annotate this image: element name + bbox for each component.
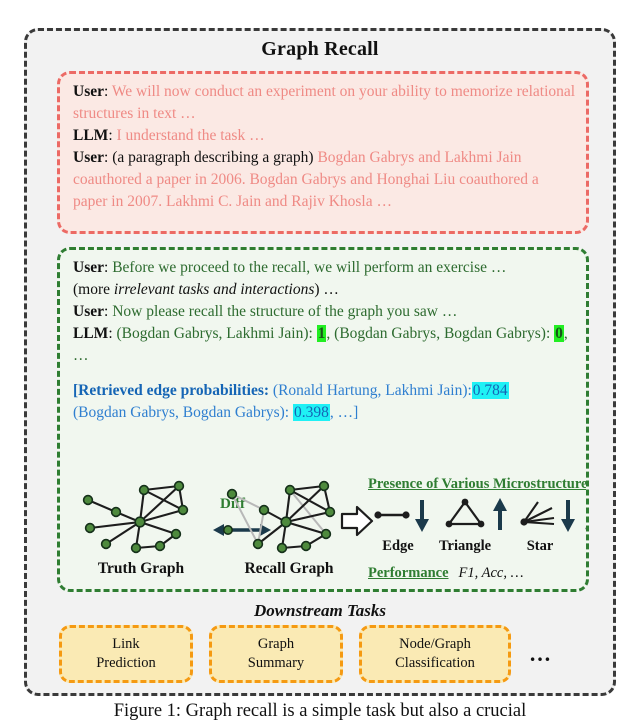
speaker-user-4: User xyxy=(73,303,104,320)
microstructure-label-triangle: Triangle xyxy=(438,538,492,554)
colon-3: : xyxy=(104,149,113,166)
user-utterance-4: Now please recall the structure of the g… xyxy=(112,303,458,320)
downstream-card-1-text: Graph Summary xyxy=(248,635,304,673)
microstructures-ellipsis: … xyxy=(584,514,586,536)
green-dialogue-text: User: Before we proceed to the recall, w… xyxy=(73,257,579,367)
triangle-motif-icon xyxy=(445,498,485,528)
truth-graph-illustration xyxy=(82,480,189,554)
prob-value-2: 0.398 xyxy=(292,404,330,421)
downstream-card-2-line2: Classification xyxy=(395,655,475,671)
speaker-user-3: User xyxy=(73,259,104,276)
downstream-card-0-line1: Link xyxy=(112,636,140,652)
paragraph-annotation: (a paragraph describing a graph) xyxy=(112,149,318,166)
user-utterance-3: Before we proceed to the recall, we will… xyxy=(112,259,507,276)
microstructures-row: … Edge Triangle Star xyxy=(368,498,586,556)
user-utterance-1: We will now conduct an experiment on you… xyxy=(73,83,576,122)
recall-graph-illustration xyxy=(223,480,336,554)
prob-pair-1: (Ronald Hartung, Lakhmi Jain): xyxy=(272,382,472,399)
performance-row: Performance F1, Acc, … xyxy=(368,564,523,582)
irrelevant-tasks-italic: irrelevant tasks and interactions xyxy=(113,281,315,298)
truth-graph-label: Truth Graph xyxy=(97,560,185,577)
red-dialogue-text: User: We will now conduct an experiment … xyxy=(73,81,576,213)
edge-motif-icon xyxy=(374,511,410,519)
downstream-card-link-prediction[interactable]: Link Prediction xyxy=(59,625,193,683)
downstream-tasks-title: Downstream Tasks xyxy=(253,601,387,620)
retrieved-edge-probabilities: [Retrieved edge probabilities: (Ronald H… xyxy=(73,380,579,424)
downstream-card-0-line2: Prediction xyxy=(96,655,156,671)
recall-graph-label: Recall Graph xyxy=(244,560,334,577)
irrelevant-suffix: ) … xyxy=(314,281,339,298)
downstream-card-graph-summary[interactable]: Graph Summary xyxy=(209,625,343,683)
performance-label: Performance xyxy=(368,565,449,581)
downstream-ellipsis: … xyxy=(529,641,554,666)
triangle-trend-up-arrow-icon xyxy=(493,498,507,530)
colon-1: : xyxy=(104,83,112,100)
prob-colon: : xyxy=(263,382,273,399)
colon-2: : xyxy=(108,127,117,144)
star-trend-down-arrow-icon xyxy=(561,500,575,532)
downstream-tasks-row: Link Prediction Graph Summary Node/Graph… xyxy=(59,625,589,687)
page-title: Graph Recall xyxy=(261,38,379,60)
downstream-card-2-line1: Node/Graph xyxy=(399,636,471,652)
downstream-card-1-line2: Summary xyxy=(247,655,305,671)
memorization-dialogue-box: User: We will now conduct an experiment … xyxy=(57,71,589,234)
figure-caption: Figure 1: Graph recall is a simple task … xyxy=(113,701,527,721)
llm-edge-pair-2: , (Bogdan Gabrys, Bogdan Gabrys): xyxy=(326,325,555,342)
speaker-llm-2: LLM xyxy=(73,325,109,342)
downstream-card-1-line1: Graph xyxy=(257,636,295,652)
microstructure-label-star: Star xyxy=(526,538,554,554)
downstream-card-0-text: Link Prediction xyxy=(96,635,156,673)
irrelevant-prefix: (more xyxy=(73,281,114,298)
speaker-user-2: User xyxy=(73,149,104,166)
speaker-llm-1: LLM xyxy=(73,127,109,144)
prob-label: Retrieved edge probabilities xyxy=(78,382,264,399)
llm-edge-value-2: 0 xyxy=(554,325,564,342)
llm-edge-value-1: 1 xyxy=(316,325,327,342)
downstream-card-2-text: Node/Graph Classification xyxy=(395,635,475,673)
llm-edge-pair-1: (Bogdan Gabrys, Lakhmi Jain): xyxy=(116,325,317,342)
llm-utterance-1: I understand the task … xyxy=(116,127,265,144)
colon-5: : xyxy=(104,303,113,320)
edge-trend-down-arrow-icon xyxy=(415,500,429,532)
graph-diff-diagram: Diff Truth Graph Recall Graph Presence o… xyxy=(68,476,589,586)
speaker-user-1: User xyxy=(73,83,104,100)
figure-page: Graph Recall User: We will now conduct a… xyxy=(0,0,640,721)
prob-tail: , …] xyxy=(329,404,359,421)
microstructures-heading: Presence of Various Microstructures xyxy=(368,476,589,492)
recall-dialogue-box: User: Before we proceed to the recall, w… xyxy=(57,247,589,592)
star-motif-icon xyxy=(520,501,555,526)
colon-6: : xyxy=(108,325,117,342)
graph-recall-panel: Graph Recall User: We will now conduct a… xyxy=(24,28,616,696)
colon-4: : xyxy=(104,259,113,276)
prob-pair-2: (Bogdan Gabrys, Bogdan Gabrys): xyxy=(73,404,293,421)
prob-value-1: 0.784 xyxy=(471,382,509,399)
performance-metrics: F1, Acc, … xyxy=(458,565,524,581)
microstructure-label-edge: Edge xyxy=(382,538,414,554)
downstream-card-node-graph-classification[interactable]: Node/Graph Classification xyxy=(359,625,511,683)
